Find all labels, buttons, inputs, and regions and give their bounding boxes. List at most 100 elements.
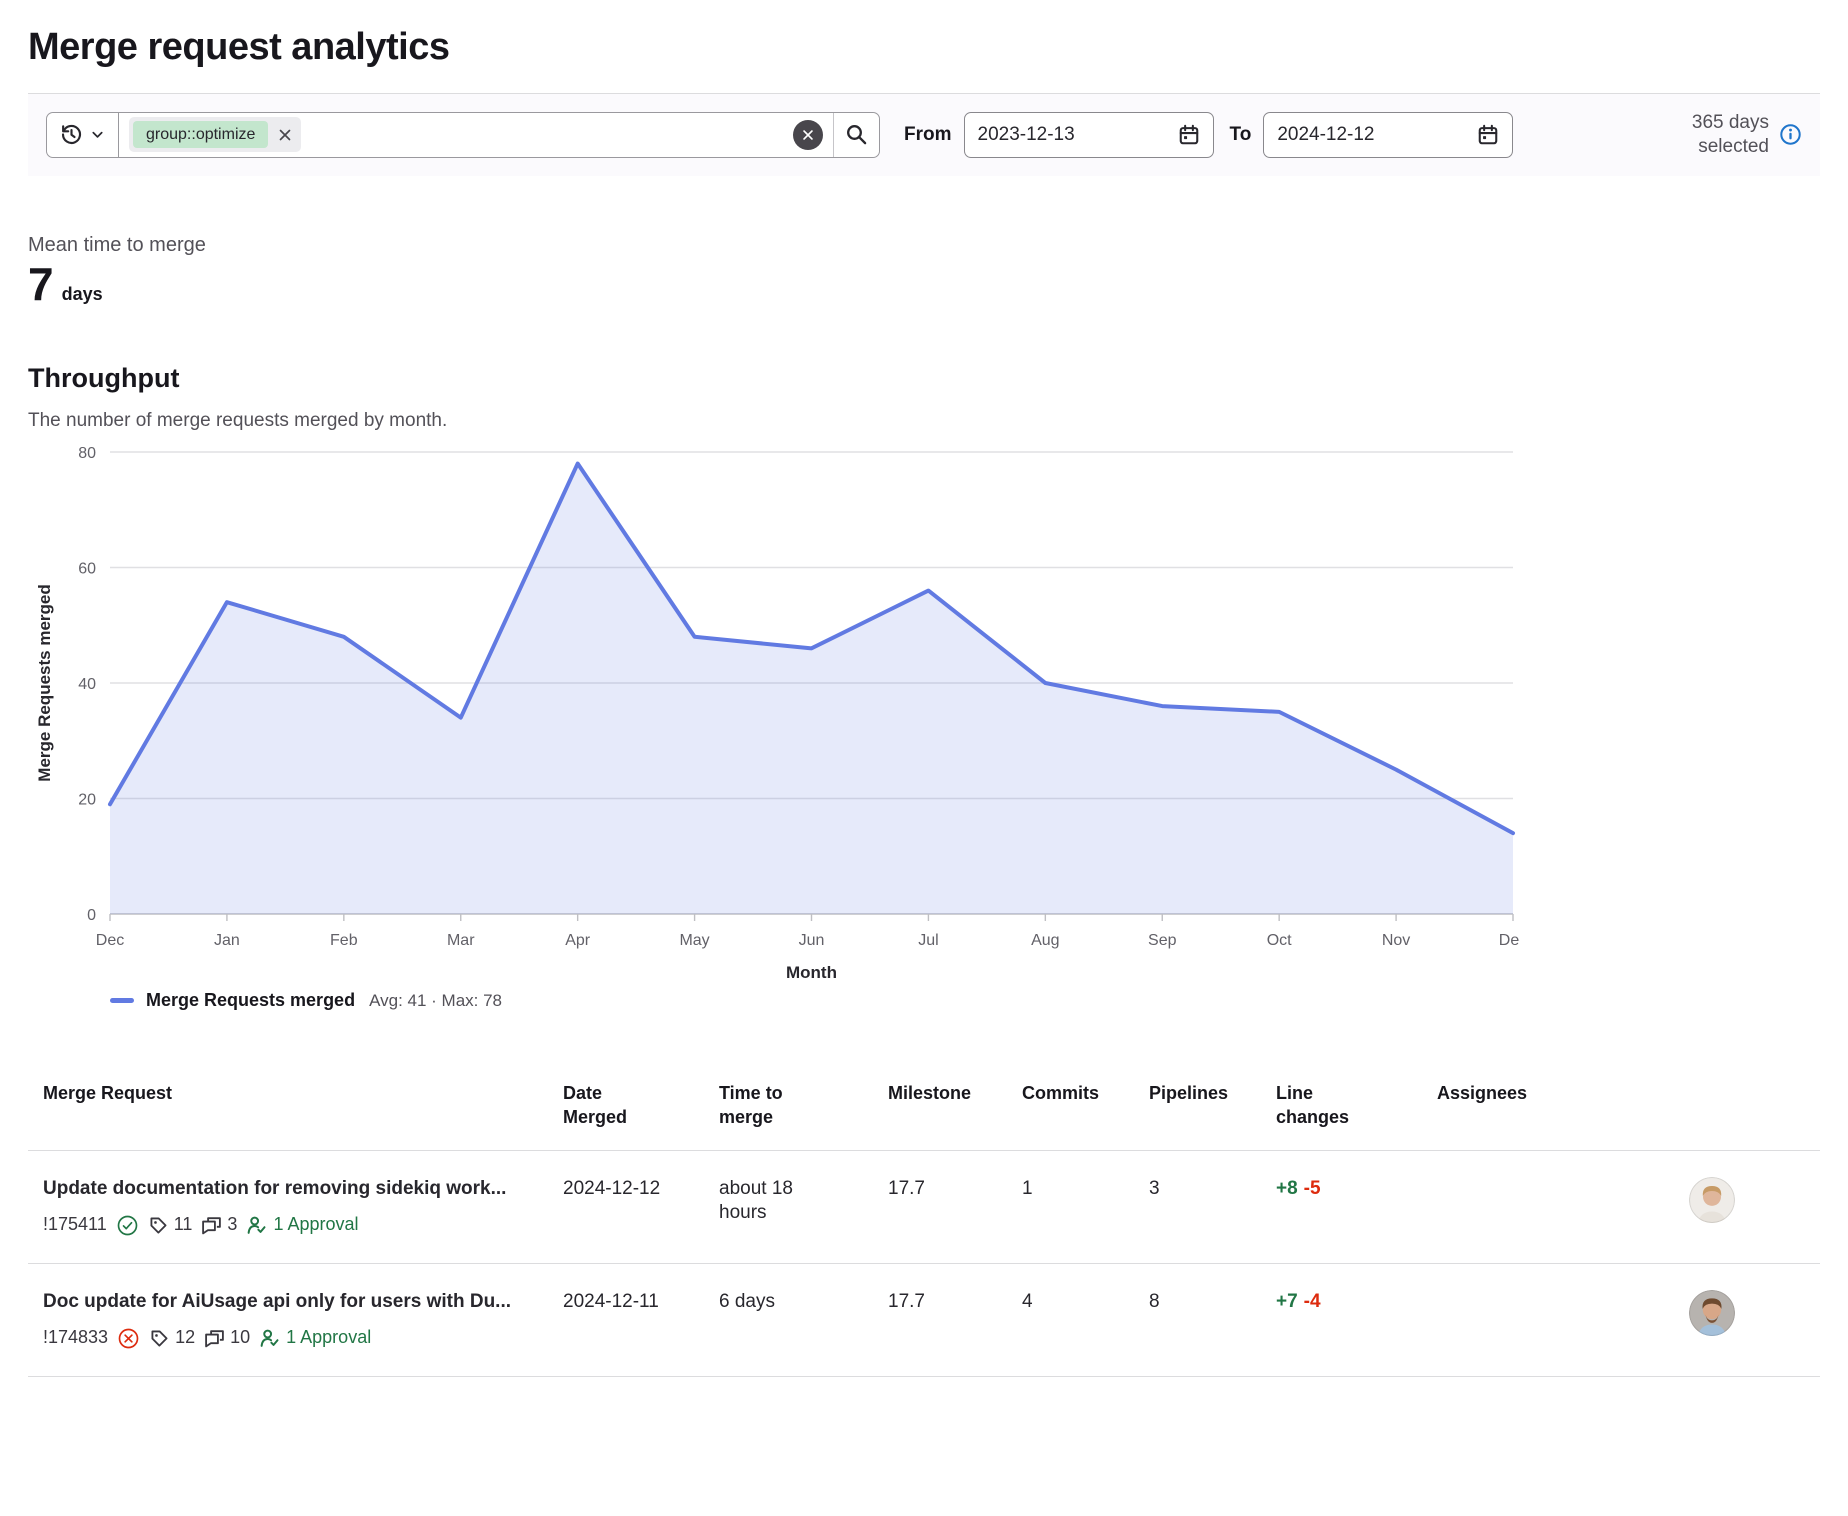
svg-text:20: 20 (78, 792, 96, 809)
svg-text:0: 0 (87, 907, 96, 924)
table-row: Update documentation for removing sideki… (28, 1150, 1820, 1263)
from-date-value: 2023-12-13 (978, 124, 1075, 146)
additions: +7 (1276, 1291, 1298, 1312)
mr-title-link[interactable]: Doc update for AiUsage api only for user… (43, 1290, 538, 1315)
svg-text:60: 60 (78, 561, 96, 578)
label-tag-icon (149, 1328, 170, 1349)
approvals-count: 1 Approval (286, 1326, 371, 1349)
col-header-pipelines: Pipelines (1134, 1067, 1261, 1150)
svg-text:80: 80 (78, 445, 96, 462)
table-header-row: Merge Request Date Merged Time to merge … (28, 1067, 1820, 1150)
deletions: -5 (1304, 1178, 1321, 1199)
assignees-cell (1422, 1150, 1820, 1263)
calendar-icon (1178, 124, 1200, 146)
calendar-icon (1477, 124, 1499, 146)
time-to-merge-cell: 6 days (704, 1263, 873, 1376)
commits-cell: 4 (1007, 1263, 1134, 1376)
metric-value: 7 (28, 259, 54, 310)
time-to-merge-cell: about 18 hours (704, 1150, 873, 1263)
from-label: From (904, 124, 952, 146)
info-icon[interactable] (1779, 123, 1802, 146)
col-header-merge-request: Merge Request (28, 1067, 548, 1150)
merge-request-analytics-page: Merge request analytics group::optimize (0, 0, 1848, 1516)
throughput-section: Throughput The number of merge requests … (28, 363, 1820, 1011)
assignee-avatar[interactable] (1689, 1290, 1735, 1336)
date-merged-cell: 2024-12-12 (548, 1150, 704, 1263)
svg-text:Mar: Mar (447, 932, 475, 949)
search-icon (845, 123, 868, 146)
throughput-heading: Throughput (28, 363, 1820, 394)
svg-text:Merge Requests merged: Merge Requests merged (35, 584, 54, 781)
label-tag-icon (148, 1215, 169, 1236)
throughput-chart-container: 020406080DecJanFebMarAprMayJunJulAugSepO… (28, 436, 1820, 1011)
svg-text:May: May (679, 932, 709, 949)
search-button[interactable] (833, 113, 879, 157)
metric-unit: days (62, 284, 103, 305)
svg-text:Aug: Aug (1031, 932, 1059, 949)
svg-text:Jan: Jan (214, 932, 240, 949)
deletions: -4 (1304, 1291, 1321, 1312)
legend-series-swatch (110, 998, 134, 1003)
date-merged-cell: 2024-12-11 (548, 1263, 704, 1376)
filter-bar: group::optimize (28, 93, 1820, 176)
comments-count: 10 (230, 1326, 250, 1349)
merge-requests-table: Merge Request Date Merged Time to merge … (28, 1067, 1820, 1377)
to-date-input[interactable]: 2024-12-12 (1263, 112, 1513, 158)
svg-text:Jun: Jun (799, 932, 825, 949)
throughput-area-chart: 020406080DecJanFebMarAprMayJunJulAugSepO… (28, 436, 1520, 984)
mr-id: !174833 (43, 1326, 108, 1349)
svg-text:Dec: Dec (96, 932, 124, 949)
comments-icon (201, 1215, 222, 1236)
from-date-input[interactable]: 2023-12-13 (964, 112, 1214, 158)
search-input[interactable]: group::optimize (119, 113, 833, 157)
table-row: Doc update for AiUsage api only for user… (28, 1263, 1820, 1376)
token-close-button[interactable] (277, 127, 293, 143)
commits-cell: 1 (1007, 1150, 1134, 1263)
milestone-cell[interactable]: 17.7 (873, 1150, 1007, 1263)
col-header-assignees: Assignees (1422, 1067, 1820, 1150)
x-circle-icon (117, 1327, 140, 1350)
chevron-down-icon (90, 127, 105, 142)
history-icon (60, 123, 83, 146)
filtered-search: group::optimize (46, 112, 880, 158)
days-selected: 365 days selected (1692, 111, 1802, 159)
col-header-time-to-merge: Time to merge (704, 1067, 873, 1150)
labels-count: 11 (174, 1213, 193, 1236)
line-changes-cell: +8-5 (1261, 1150, 1422, 1263)
col-header-date-merged: Date Merged (548, 1067, 704, 1150)
page-title: Merge request analytics (28, 0, 1820, 93)
col-header-milestone: Milestone (873, 1067, 1007, 1150)
legend-series-label: Merge Requests merged (146, 990, 355, 1011)
line-changes-cell: +7 -4 (1261, 1263, 1422, 1376)
svg-text:Sep: Sep (1148, 932, 1177, 949)
pipelines-cell: 3 (1134, 1150, 1261, 1263)
assignees-cell (1422, 1263, 1820, 1376)
approval-user-check-icon (259, 1328, 280, 1349)
history-button[interactable] (47, 113, 119, 157)
svg-text:40: 40 (78, 676, 96, 693)
mr-title-link[interactable]: Update documentation for removing sideki… (43, 1177, 538, 1202)
svg-text:Month: Month (786, 963, 837, 982)
to-date-value: 2024-12-12 (1277, 124, 1374, 146)
chart-legend[interactable]: Merge Requests merged Avg: 41 · Max: 78 (110, 990, 1820, 1011)
days-selected-text: 365 days selected (1692, 111, 1769, 159)
throughput-description: The number of merge requests merged by m… (28, 410, 1820, 432)
approvals-badge: 1 Approval (259, 1326, 371, 1349)
clear-circle-x-icon (801, 128, 815, 142)
svg-text:Dec: Dec (1499, 932, 1520, 949)
approval-user-check-icon (246, 1215, 267, 1236)
milestone-cell[interactable]: 17.7 (873, 1263, 1007, 1376)
approvals-count: 1 Approval (273, 1213, 358, 1236)
metric-label: Mean time to merge (28, 234, 1820, 257)
comments-icon (204, 1328, 225, 1349)
clear-search-button[interactable] (793, 120, 823, 150)
svg-text:Nov: Nov (1382, 932, 1410, 949)
assignee-avatar[interactable] (1689, 1177, 1735, 1223)
approvals-badge: 1 Approval (246, 1213, 358, 1236)
svg-text:Oct: Oct (1267, 932, 1292, 949)
labels-count: 12 (175, 1326, 195, 1349)
legend-series-stats: Avg: 41 · Max: 78 (369, 991, 502, 1011)
filter-token[interactable]: group::optimize (129, 117, 301, 152)
filter-token-value: group::optimize (133, 121, 268, 148)
pipelines-cell: 8 (1134, 1263, 1261, 1376)
